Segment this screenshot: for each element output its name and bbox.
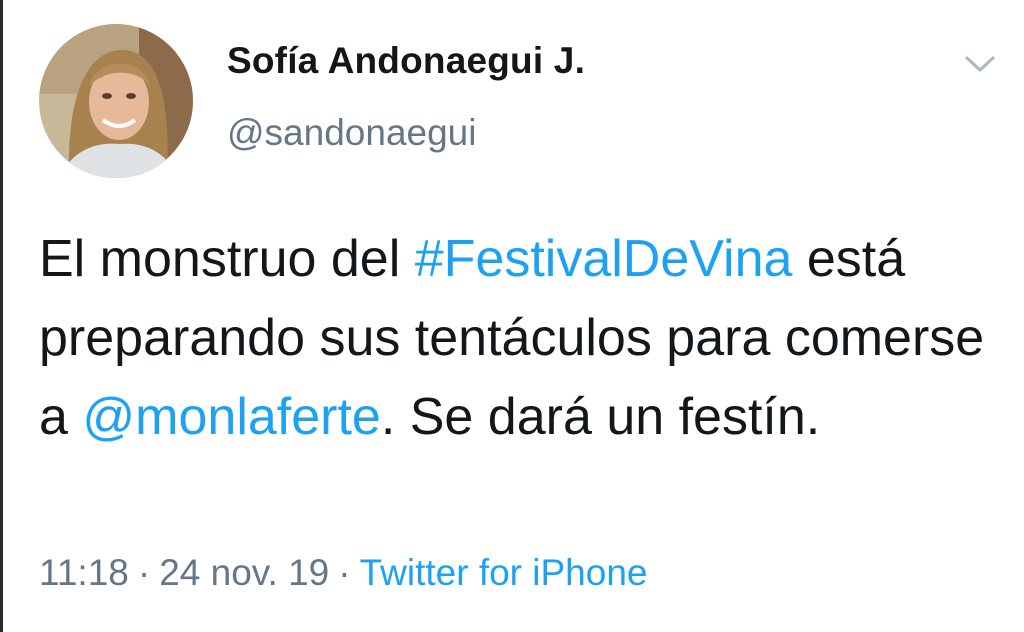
profile-photo-icon xyxy=(39,24,193,178)
meta-separator: · xyxy=(137,552,151,593)
display-name[interactable]: Sofía Andonaegui J. xyxy=(227,40,585,82)
chevron-down-icon xyxy=(965,56,995,72)
tweet-text: El monstruo del #FestivalDeVina está pre… xyxy=(39,220,999,457)
hashtag-link[interactable]: #FestivalDeVina xyxy=(415,230,793,288)
tweet-text-segment: . Se dará un festín. xyxy=(380,388,821,446)
tweet-source-link[interactable]: Twitter for iPhone xyxy=(360,552,648,593)
meta-separator: · xyxy=(338,552,351,593)
user-handle[interactable]: @sandonaegui xyxy=(227,112,476,154)
tweet-text-segment: El monstruo del xyxy=(39,230,415,288)
tweet-menu-button[interactable] xyxy=(961,48,999,80)
tweet-card: Sofía Andonaegui J. @sandonaegui El mons… xyxy=(0,0,1024,632)
tweet-time: 11:18 xyxy=(39,552,129,593)
tweet-meta: 11:18 · 24 nov. 19 · Twitter for iPhone xyxy=(39,552,647,594)
mention-link[interactable]: @monlaferte xyxy=(82,388,380,446)
tweet-date: 24 nov. 19 xyxy=(159,552,330,593)
avatar[interactable] xyxy=(39,24,193,178)
